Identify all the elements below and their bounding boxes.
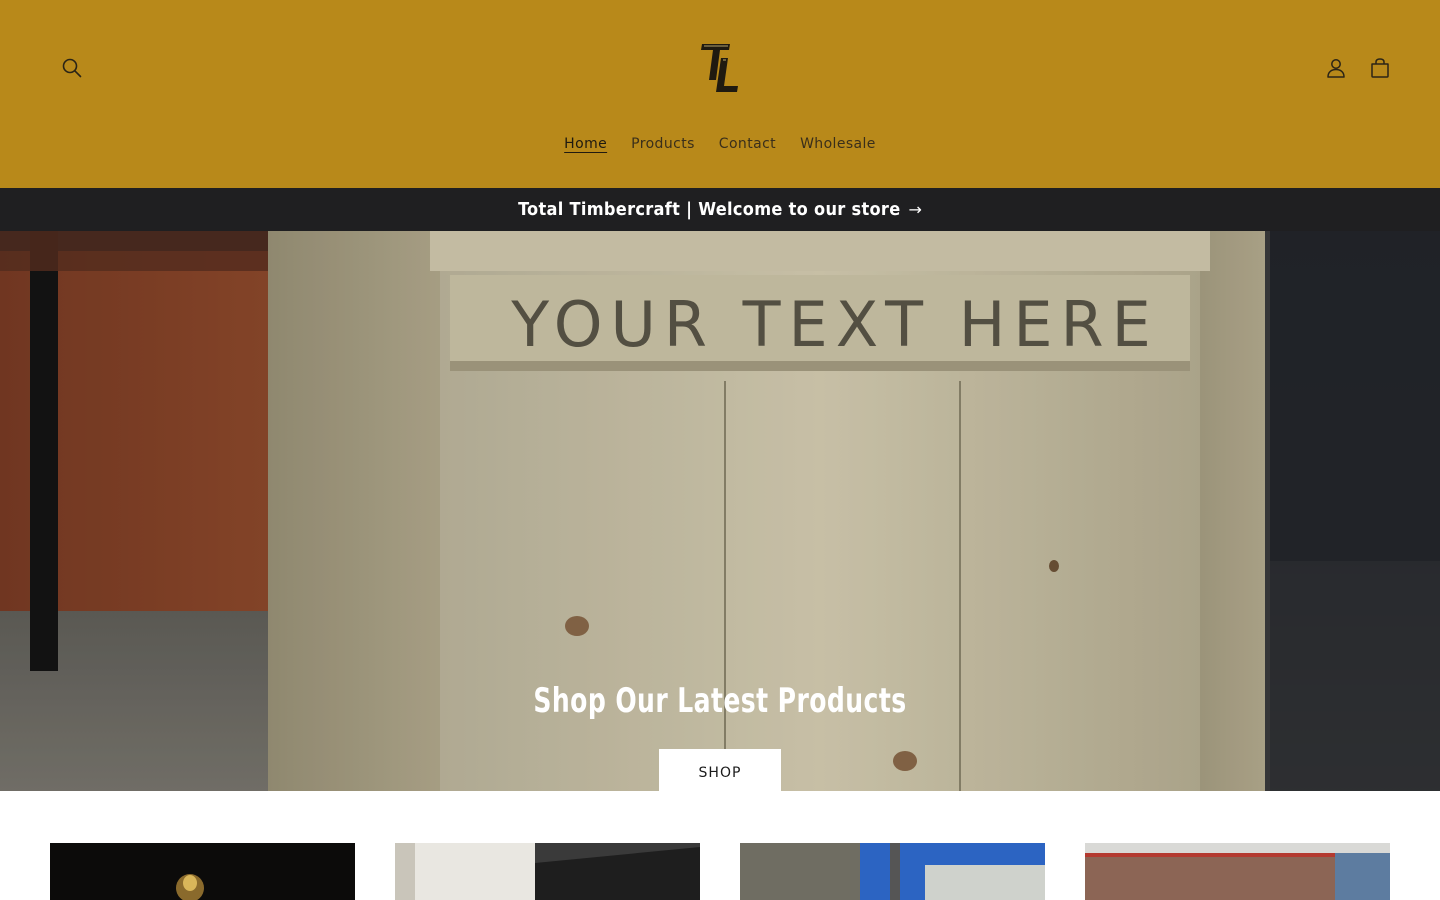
search-icon[interactable] bbox=[52, 48, 92, 88]
announcement-bar[interactable]: Total Timbercraft | Welcome to our store… bbox=[0, 188, 1440, 231]
arrow-right-icon: → bbox=[908, 200, 922, 219]
collection-card-1[interactable] bbox=[50, 843, 355, 900]
account-icon[interactable] bbox=[1316, 48, 1356, 88]
site-header: Home Products Contact Wholesale bbox=[0, 0, 1440, 188]
collection-card-3[interactable] bbox=[740, 843, 1045, 900]
collection-card-4[interactable] bbox=[1085, 843, 1390, 900]
shop-button[interactable]: SHOP bbox=[659, 749, 781, 791]
site-logo[interactable] bbox=[696, 40, 744, 96]
nav-home[interactable]: Home bbox=[552, 128, 619, 164]
hero-banner: YOUR TEXT HERE Shop Our Latest Products … bbox=[0, 231, 1440, 791]
nav-contact[interactable]: Contact bbox=[707, 128, 788, 164]
announcement-text: Total Timbercraft | Welcome to our store bbox=[518, 199, 901, 220]
main-nav: Home Products Contact Wholesale bbox=[0, 128, 1440, 164]
nav-products[interactable]: Products bbox=[619, 128, 707, 164]
collection-grid bbox=[0, 843, 1440, 900]
cart-icon[interactable] bbox=[1360, 48, 1400, 88]
collection-card-2[interactable] bbox=[395, 843, 700, 900]
hero-title: Shop Our Latest Products bbox=[533, 681, 907, 721]
nav-wholesale[interactable]: Wholesale bbox=[788, 128, 888, 164]
